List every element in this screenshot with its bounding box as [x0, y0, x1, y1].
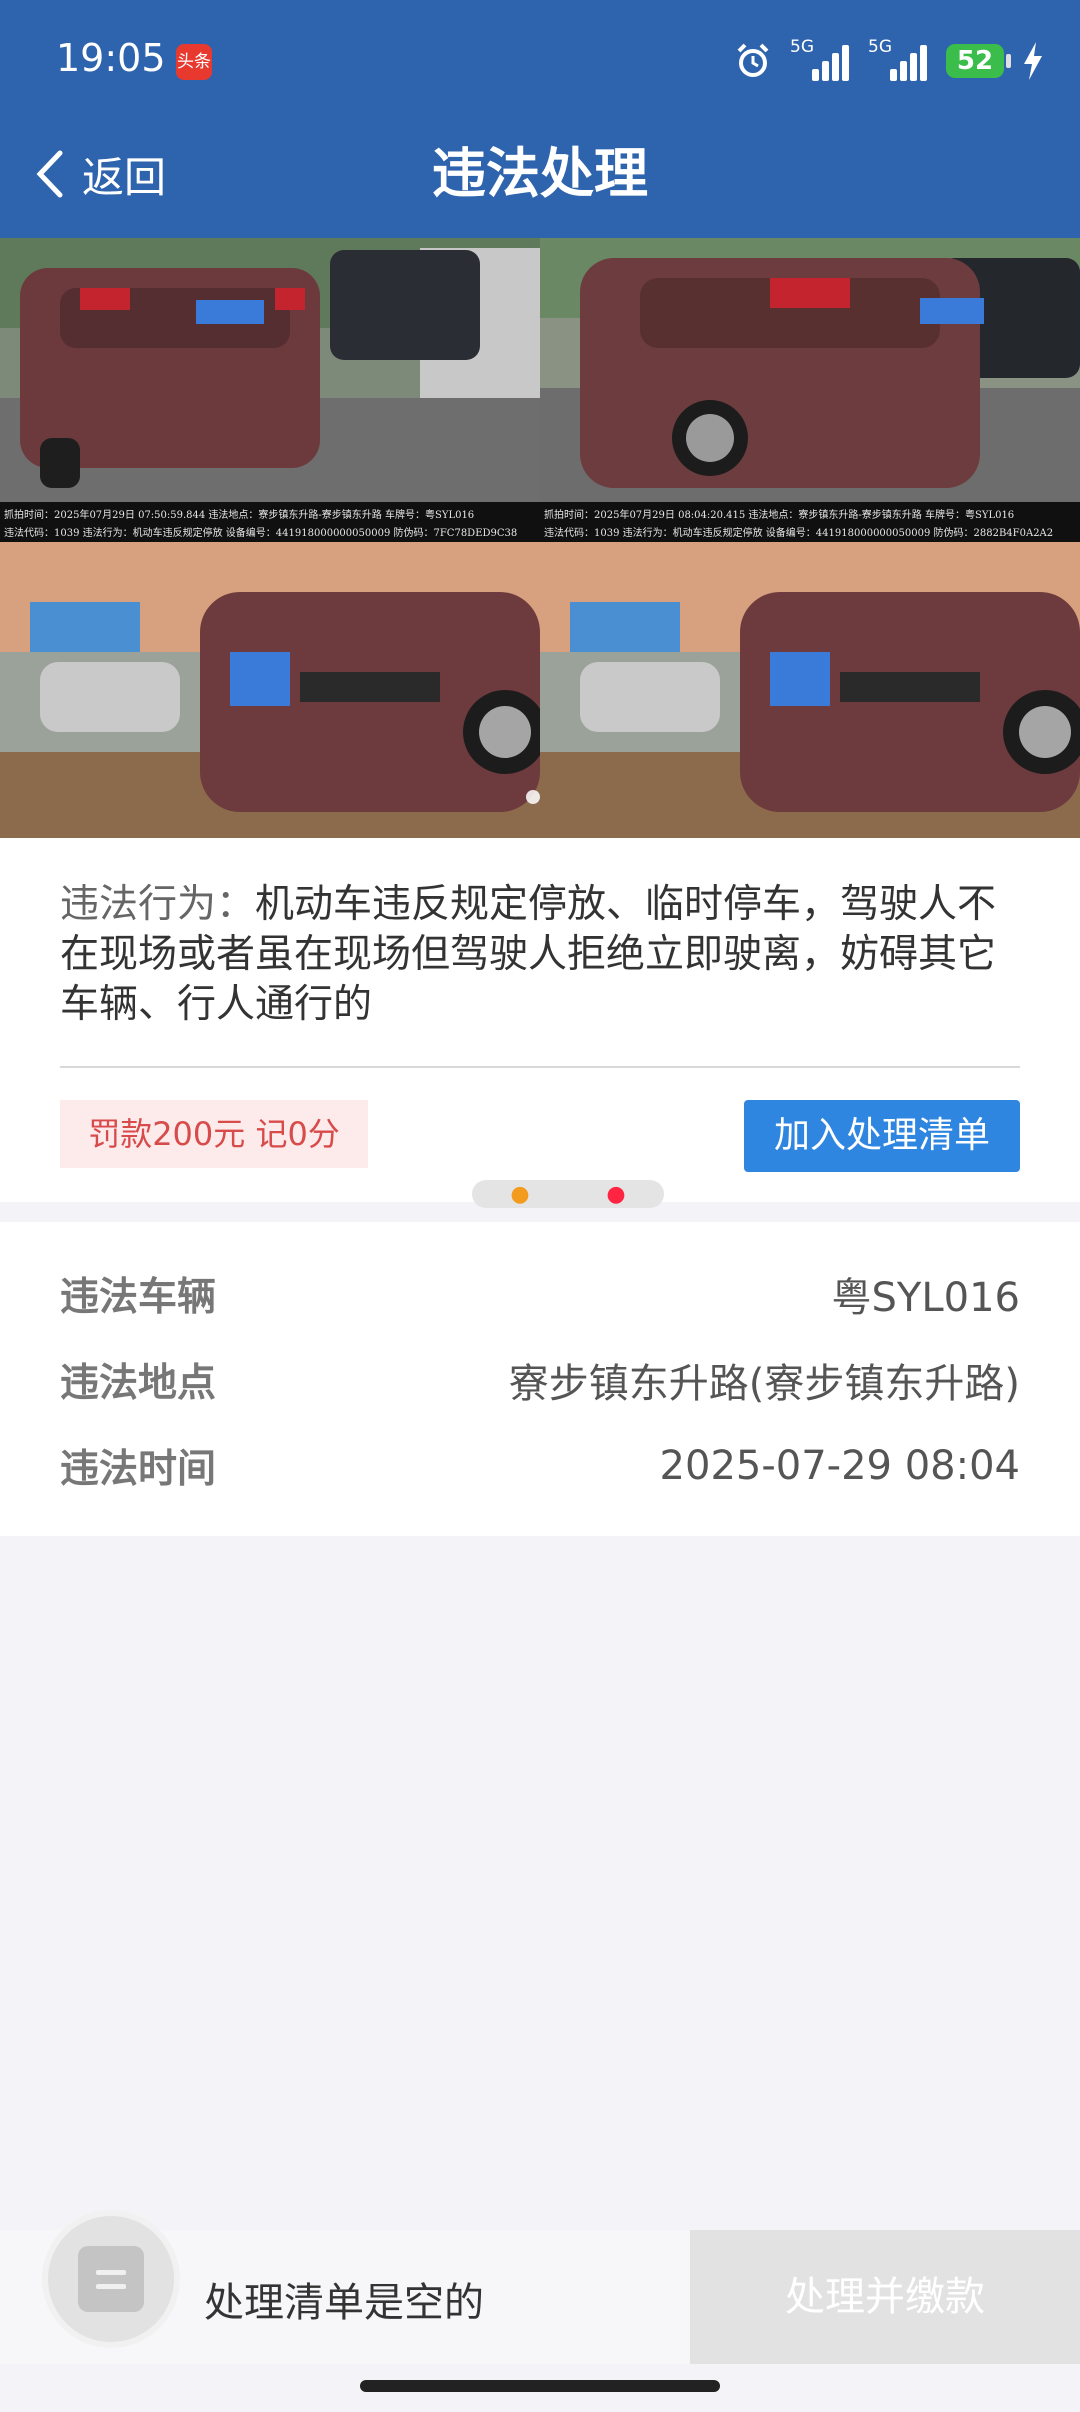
divider — [60, 1066, 1020, 1068]
photo-caption: 违法代码：1039 违法行为：机动车违反规定停放 设备编号：4419180000… — [4, 528, 518, 539]
violation-description: 违法行为：机动车违反规定停放、临时停车，驾驶人不在现场或者虽在现场但驾驶人拒绝立… — [60, 880, 1020, 1030]
evidence-photo[interactable] — [540, 238, 1080, 502]
signal-icon: 5G — [790, 37, 850, 81]
home-indicator[interactable] — [360, 2380, 720, 2392]
violation-label: 违法行为： — [60, 882, 256, 927]
evidence-photo[interactable] — [0, 238, 540, 502]
network-type-label: 5G — [868, 37, 892, 57]
evidence-photo[interactable] — [0, 542, 540, 838]
detail-value: 2025-07-29 08:04 — [659, 1443, 1020, 1489]
photo-caption: 违法代码：1039 违法行为：机动车违反规定停放 设备编号：4419180000… — [544, 528, 1054, 539]
photo-caption-strip: 抓拍时间：2025年07月29日 07:50:59.844 违法地点：寮步镇东升… — [0, 502, 1080, 542]
list-icon — [78, 2246, 144, 2312]
violation-details: 违法车辆 粤SYL016 违法地点 寮步镇东升路(寮步镇东升路) 违法时间 20… — [0, 1222, 1080, 1536]
process-and-pay-button[interactable]: 处理并缴款 — [690, 2230, 1080, 2364]
xiaohongshu-watermark-icon: ● — [606, 1181, 626, 1207]
detail-row-time: 违法时间 2025-07-29 08:04 — [60, 1436, 1020, 1496]
photo-caption: 抓拍时间：2025年07月29日 08:04:20.415 违法地点：寮步镇东升… — [544, 510, 1015, 521]
app-header: 19:05 头条 5G 5G 52 返回 违法处理 — [0, 0, 1080, 238]
alarm-icon — [737, 43, 769, 77]
evidence-photo[interactable] — [540, 542, 1080, 838]
carousel-page-indicator — [526, 790, 540, 804]
status-time: 19:05 — [56, 36, 166, 80]
violation-card: 违法行为：机动车违反规定停放、临时停车，驾驶人不在现场或者虽在现场但驾驶人拒绝立… — [0, 838, 1080, 1202]
detail-label: 违法车辆 — [60, 1275, 217, 1320]
photo-caption: 抓拍时间：2025年07月29日 07:50:59.844 违法地点：寮步镇东升… — [4, 510, 475, 521]
processing-list-button[interactable] — [48, 2216, 174, 2342]
watermark: ● ● — [472, 1180, 664, 1208]
detail-row-vehicle: 违法车辆 粤SYL016 — [60, 1264, 1020, 1324]
evidence-photo-carousel[interactable]: 抓拍时间：2025年07月29日 07:50:59.844 违法地点：寮步镇东升… — [0, 238, 1080, 838]
network-type-label: 5G — [790, 37, 814, 57]
toutiao-notification-icon: 头条 — [176, 44, 212, 80]
battery-icon: 52 — [946, 44, 1011, 78]
detail-label: 违法时间 — [60, 1447, 217, 1492]
penalty-badge: 罚款200元 记0分 — [60, 1100, 368, 1168]
add-to-list-button[interactable]: 加入处理清单 — [744, 1100, 1020, 1172]
battery-level: 52 — [956, 46, 994, 76]
weibo-watermark-icon: ● — [510, 1181, 530, 1207]
detail-row-location: 违法地点 寮步镇东升路(寮步镇东升路) — [60, 1350, 1020, 1410]
charging-bolt-icon — [1024, 42, 1042, 80]
detail-value: 寮步镇东升路(寮步镇东升路) — [508, 1361, 1020, 1407]
status-icons: 5G 5G 52 — [734, 36, 1044, 86]
empty-list-text: 处理清单是空的 — [204, 2280, 484, 2326]
detail-value: 粤SYL016 — [831, 1275, 1020, 1321]
signal-icon: 5G — [868, 37, 928, 81]
page-title: 违法处理 — [432, 142, 648, 205]
detail-label: 违法地点 — [60, 1361, 217, 1406]
